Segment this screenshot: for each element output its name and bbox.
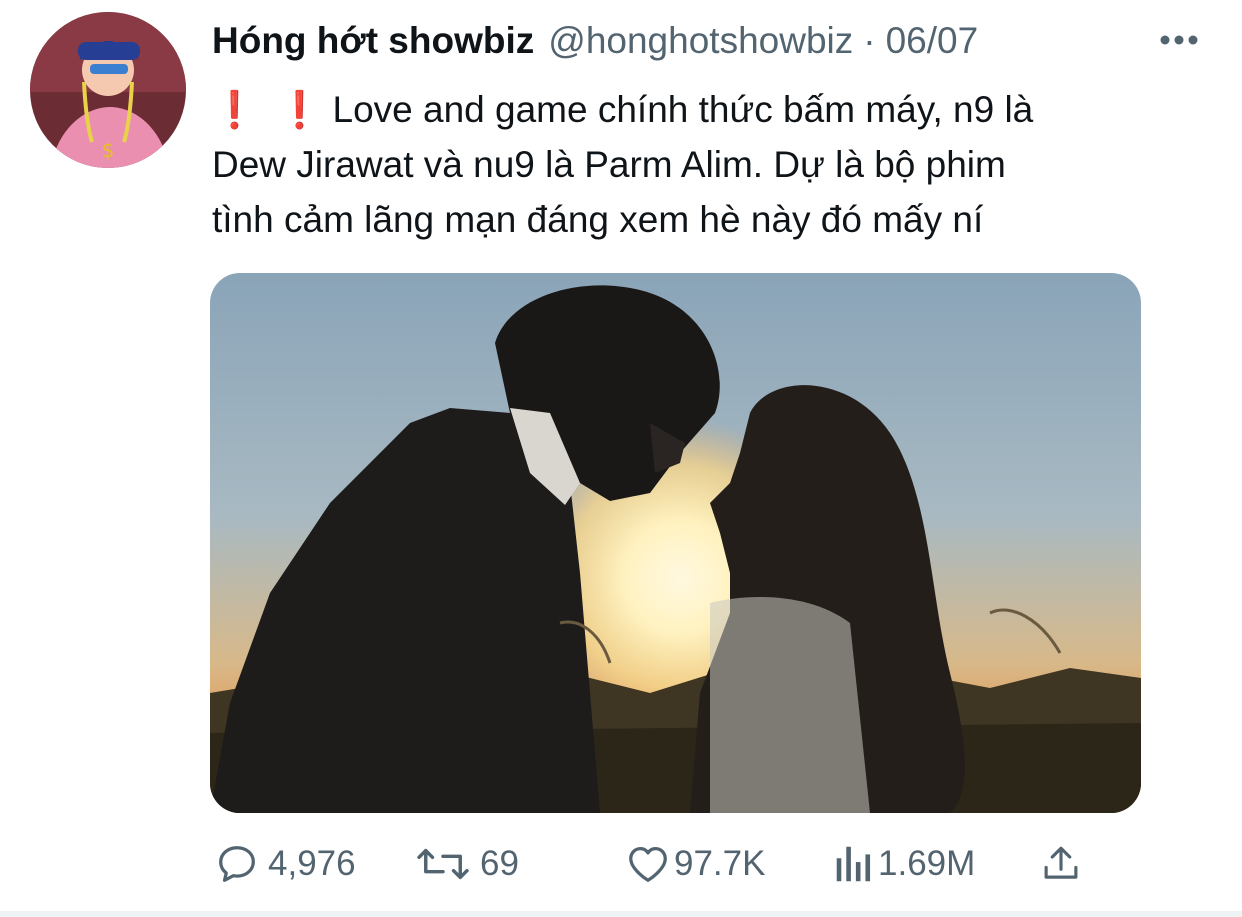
tweet-action-bar: 4,976 69 97.7K 1.69M bbox=[0, 836, 1242, 892]
reply-count: 4,976 bbox=[268, 844, 356, 883]
heart-icon bbox=[629, 847, 667, 882]
share-button[interactable] bbox=[1040, 836, 1082, 892]
share-icon bbox=[1044, 846, 1078, 879]
retweet-icon bbox=[417, 848, 469, 880]
svg-text:$: $ bbox=[102, 138, 115, 162]
exclamation-emoji: ❗ bbox=[277, 89, 323, 130]
views-count: 1.69M bbox=[878, 844, 976, 883]
tweet-text-line-1: ❗ ❗ Love and game chính thức bấm máy, n9… bbox=[212, 82, 1202, 137]
retweet-count: 69 bbox=[480, 844, 519, 883]
tweet-text-line-3: tình cảm lãng mạn đáng xem hè này đó mấy… bbox=[212, 199, 984, 240]
tweet-media-photo[interactable] bbox=[210, 273, 1141, 813]
photo-image bbox=[210, 273, 1141, 813]
tweet-header: Hóng hớt showbiz @honghotshowbiz · 06/07 bbox=[212, 14, 1212, 68]
author-name[interactable]: Hóng hớt showbiz bbox=[212, 20, 534, 62]
divider bbox=[0, 911, 1242, 917]
tweet-text-line-2: Dew Jirawat và nu9 là Parm Alim. Dự là b… bbox=[212, 144, 1006, 185]
more-options-icon[interactable] bbox=[1158, 26, 1200, 54]
author-handle[interactable]: @honghotshowbiz bbox=[548, 20, 853, 62]
tweet-text-segment: Love and game chính thức bấm máy, n9 là bbox=[332, 89, 1034, 130]
tweet-text: ❗ ❗ Love and game chính thức bấm máy, n9… bbox=[212, 82, 1202, 247]
separator-dot: · bbox=[863, 20, 876, 61]
reply-button[interactable]: 4,976 bbox=[214, 836, 356, 892]
retweet-button[interactable]: 69 bbox=[414, 836, 519, 892]
views-button[interactable]: 1.69M bbox=[832, 836, 975, 892]
exclamation-emoji: ❗ bbox=[212, 89, 257, 130]
reply-icon bbox=[219, 846, 255, 882]
like-button[interactable]: 97.7K bbox=[624, 836, 765, 892]
like-count: 97.7K bbox=[674, 844, 766, 883]
tweet-date[interactable]: 06/07 bbox=[886, 20, 979, 62]
avatar[interactable]: $ bbox=[30, 12, 186, 168]
avatar-image: $ bbox=[30, 12, 186, 168]
analytics-icon bbox=[836, 846, 871, 882]
